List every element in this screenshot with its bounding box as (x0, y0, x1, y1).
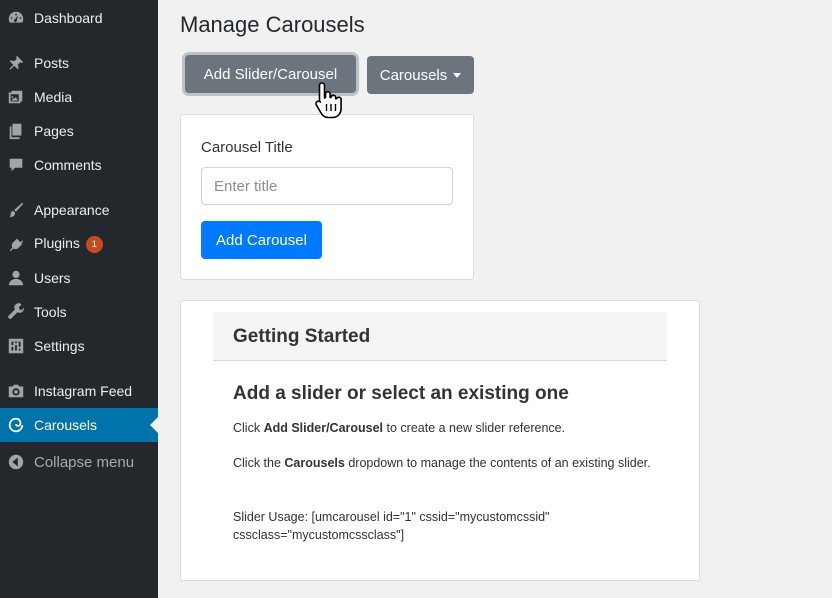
sidebar-item-settings[interactable]: Settings (0, 329, 158, 363)
carousel-title-input[interactable] (201, 167, 453, 205)
user-icon (7, 269, 25, 287)
sidebar-item-dashboard[interactable]: Dashboard (0, 1, 158, 35)
sidebar-item-label: Media (34, 89, 73, 105)
sidebar-item-label: Posts (34, 55, 70, 71)
sidebar-item-pages[interactable]: Pages (0, 114, 158, 148)
sidebar-item-label: Users (34, 270, 71, 286)
sidebar-item-label: Tools (34, 304, 67, 320)
help-paragraph-usage: Slider Usage: [umcarousel id="1" cssid="… (233, 510, 550, 542)
brush-icon (7, 201, 25, 219)
getting-started-header: Getting Started (213, 312, 667, 361)
getting-started-title: Getting Started (233, 326, 371, 347)
sidebar-item-comments[interactable]: Comments (0, 148, 158, 182)
sidebar-item-users[interactable]: Users (0, 261, 158, 295)
sidebar-item-instagram-feed[interactable]: Instagram Feed (0, 374, 158, 408)
hand-pointer-cursor-icon (315, 82, 342, 119)
help-paragraph-add: Click Add Slider/Carousel to create a ne… (233, 421, 566, 435)
help-paragraph-dropdown: Click the Carousels dropdown to manage t… (233, 456, 651, 470)
sidebar-item-label: Carousels (34, 417, 98, 433)
sidebar-item-label: Pages (34, 123, 74, 139)
sidebar-item-carousels[interactable]: Carousels (0, 408, 158, 442)
plug-icon (7, 235, 25, 253)
admin-sidebar: Dashboard Posts Media Pages Comments App… (0, 0, 158, 598)
collapse-menu-button[interactable]: Collapse menu (0, 445, 158, 479)
wrench-icon (7, 303, 25, 321)
sidebar-item-appearance[interactable]: Appearance (0, 193, 158, 227)
media-icon (7, 88, 25, 106)
caret-down-icon (453, 72, 462, 78)
carousels-dropdown-label: Carousels (379, 66, 448, 84)
page-title: Manage Carousels (180, 12, 365, 37)
add-carousel-form: Carousel Title Add Carousel (180, 114, 474, 280)
carousel-title-label: Carousel Title (201, 139, 293, 156)
plugins-update-badge: 1 (85, 235, 103, 253)
sidebar-item-label: Dashboard (34, 10, 103, 26)
sidebar-item-label: Plugins 1 (34, 235, 103, 253)
sidebar-item-label: Instagram Feed (34, 383, 133, 399)
collapse-arrow-icon (7, 453, 25, 471)
add-carousel-button[interactable]: Add Carousel (201, 221, 322, 259)
sidebar-item-label: Appearance (34, 202, 110, 218)
spiral-icon (7, 416, 25, 434)
getting-started-card: Getting Started Add a slider or select a… (180, 300, 700, 581)
dashboard-icon (7, 9, 25, 27)
help-subtitle: Add a slider or select an existing one (233, 383, 569, 404)
carousels-dropdown-button[interactable]: Carousels (367, 56, 474, 94)
sidebar-item-posts[interactable]: Posts (0, 46, 158, 80)
sidebar-item-label: Comments (34, 157, 102, 173)
pin-icon (7, 54, 25, 72)
sidebar-item-tools[interactable]: Tools (0, 295, 158, 329)
collapse-menu-label: Collapse menu (34, 453, 135, 471)
sidebar-item-plugins[interactable]: Plugins 1 (0, 227, 158, 261)
pages-icon (7, 122, 25, 140)
camera-icon (7, 382, 25, 400)
settings-icon (7, 337, 25, 355)
comment-icon (7, 156, 25, 174)
sidebar-item-media[interactable]: Media (0, 80, 158, 114)
sidebar-item-label: Settings (34, 338, 85, 354)
